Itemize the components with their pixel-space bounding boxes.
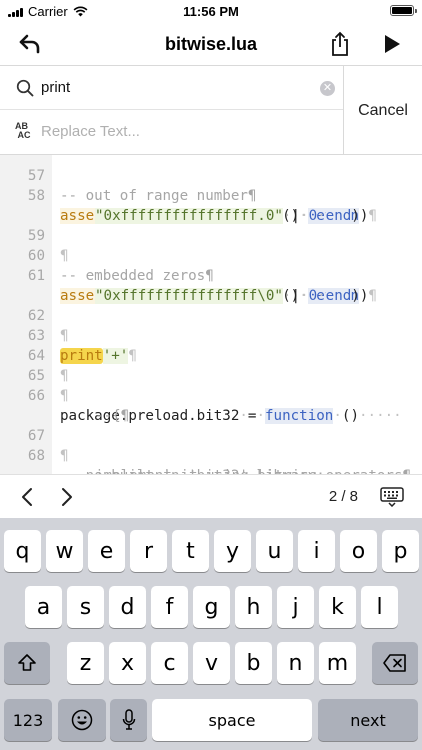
- key-w[interactable]: w: [46, 530, 83, 572]
- search-field[interactable]: print ✕: [0, 66, 343, 110]
- keyboard-dismiss-icon: [380, 487, 404, 508]
- key-b[interactable]: b: [235, 642, 272, 684]
- status-bar: Carrier 11:56 PM: [0, 0, 422, 22]
- run-button[interactable]: [376, 28, 408, 60]
- code-line: 68 -- no built-in 'bit32' library:: [0, 426, 422, 474]
- share-button[interactable]: [324, 28, 356, 60]
- find-navigation-bar: 2 / 8: [0, 474, 422, 518]
- code-line: 59 ¶: [0, 206, 422, 264]
- key-r[interactable]: r: [130, 530, 167, 572]
- code-line: 60 -- embedded zeros¶: [0, 226, 422, 284]
- chevron-right-icon: [62, 488, 72, 506]
- code-line: 69 ¶: [0, 466, 422, 474]
- code-line: 61 assert(not·pcall(function·()·return: [0, 246, 422, 304]
- key-g[interactable]: g: [193, 586, 230, 628]
- key-t[interactable]: t: [172, 530, 209, 572]
- shift-key[interactable]: [4, 642, 50, 684]
- match-count: 2 / 8: [328, 488, 358, 505]
- replace-icon: AB AC: [15, 121, 31, 140]
- key-m[interactable]: m: [319, 642, 356, 684]
- next-match-button[interactable]: [56, 486, 78, 508]
- key-k[interactable]: k: [319, 586, 356, 628]
- keyboard: q w e r t y u i o p a s d f g h j k l z …: [0, 518, 422, 750]
- replace-input[interactable]: Replace Text...: [41, 123, 140, 140]
- code-line: 65 ¶: [0, 346, 422, 404]
- code-line: 58 assert(not·pcall(function·()·return: [0, 166, 422, 224]
- key-u[interactable]: u: [256, 530, 293, 572]
- cancel-label: Cancel: [358, 102, 408, 119]
- previous-match-button[interactable]: [16, 486, 38, 508]
- clear-search-icon[interactable]: ✕: [320, 81, 335, 96]
- next-key[interactable]: next: [318, 699, 418, 741]
- code-line: "0xffffffffffffffff\0"·|·0·end))¶: [0, 266, 422, 304]
- key-a[interactable]: a: [25, 586, 62, 628]
- space-key[interactable]: space: [152, 699, 312, 741]
- battery-icon: [390, 5, 417, 16]
- code-line: 57 -- out of range number¶: [0, 155, 422, 204]
- chevron-left-icon: [22, 488, 32, 506]
- key-q[interactable]: q: [4, 530, 41, 572]
- numbers-key[interactable]: 123: [4, 699, 52, 741]
- code-line: --{¶: [0, 386, 422, 424]
- dictation-key[interactable]: [110, 699, 147, 741]
- emoji-icon: [71, 709, 93, 731]
- file-title: bitwise.lua: [164, 34, 258, 54]
- code-editor[interactable]: 57 -- out of range number¶ 58 assert(not…: [0, 155, 422, 474]
- search-icon: [16, 79, 34, 97]
- code-line: "0xffffffffffffffff.0"·|·0·end))¶: [0, 186, 422, 224]
- code-line: 67 ¶: [0, 406, 422, 464]
- dismiss-keyboard-button[interactable]: [380, 487, 404, 512]
- play-icon: [385, 35, 400, 53]
- emoji-key[interactable]: [58, 699, 106, 741]
- code-line: 63 print'+'¶: [0, 306, 422, 364]
- key-y[interactable]: y: [214, 530, 251, 572]
- search-input[interactable]: print: [41, 79, 70, 96]
- code-line: implement it using bitwise operators¶: [0, 446, 422, 474]
- key-c[interactable]: c: [151, 642, 188, 684]
- key-p[interactable]: p: [382, 530, 419, 572]
- search-replace-panel: print ✕ AB AC Replace Text... Cancel: [0, 66, 422, 155]
- microphone-icon: [122, 709, 135, 730]
- key-n[interactable]: n: [277, 642, 314, 684]
- key-s[interactable]: s: [67, 586, 104, 628]
- key-e[interactable]: e: [88, 530, 125, 572]
- key-l[interactable]: l: [361, 586, 398, 628]
- share-icon: [332, 31, 348, 56]
- code-line: 66 package.preload.bit32·=·function·()··…: [0, 366, 422, 424]
- status-time: 11:56 PM: [183, 4, 239, 19]
- key-z[interactable]: z: [67, 642, 104, 684]
- key-i[interactable]: i: [298, 530, 335, 572]
- key-h[interactable]: h: [235, 586, 272, 628]
- key-d[interactable]: d: [109, 586, 146, 628]
- key-f[interactable]: f: [151, 586, 188, 628]
- replace-field[interactable]: AB AC Replace Text...: [0, 110, 343, 155]
- key-v[interactable]: v: [193, 642, 230, 684]
- delete-key[interactable]: [372, 642, 418, 684]
- shift-icon: [18, 654, 36, 671]
- key-o[interactable]: o: [340, 530, 377, 572]
- code-line: 64 ¶: [0, 326, 422, 384]
- key-j[interactable]: j: [277, 586, 314, 628]
- nav-bar: bitwise.lua: [0, 22, 422, 66]
- backspace-icon: [383, 654, 406, 672]
- key-x[interactable]: x: [109, 642, 146, 684]
- code-line: 62 ¶: [0, 286, 422, 344]
- cancel-button[interactable]: Cancel: [343, 66, 422, 155]
